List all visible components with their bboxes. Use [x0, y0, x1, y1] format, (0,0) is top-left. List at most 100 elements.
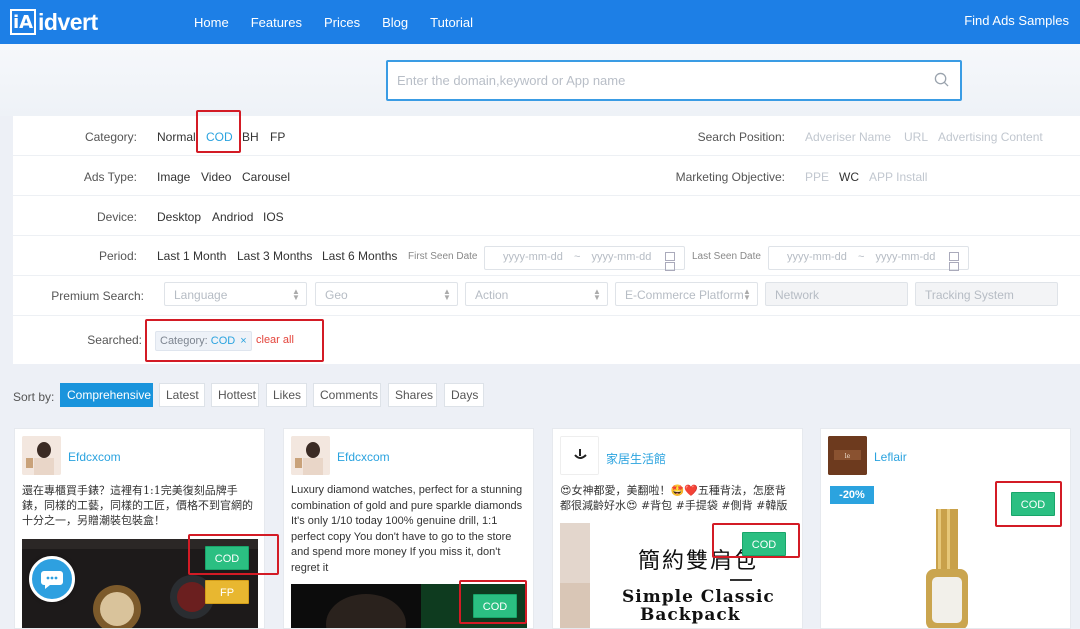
sort-days[interactable]: Days: [444, 383, 484, 407]
marketing-objective-label: Marketing Objective:: [675, 170, 785, 184]
ad-text: 😍女神都愛，美翻啦！🤩❤️五種背法，怎麼背都很減齡好水😍 #背包 #手提袋 #側…: [560, 484, 788, 512]
date-separator: ~: [573, 251, 581, 263]
ad-text: 還在專櫃買手錶？這裡有1:1完美復刻品牌手錶，同樣的工藝，同樣的工匠，價格不到官…: [22, 484, 253, 527]
marketing-objective-wc[interactable]: WC: [839, 170, 859, 184]
search-position-advertising-content[interactable]: Advertising Content: [938, 130, 1043, 144]
sort-likes[interactable]: Likes: [266, 383, 307, 407]
top-navbar: iA idvert Home Features Prices Blog Tuto…: [0, 0, 1080, 44]
advertiser-name[interactable]: Efdcxcom: [337, 450, 390, 464]
marketing-objective-app-install[interactable]: APP Install: [869, 170, 927, 184]
close-icon[interactable]: ×: [240, 335, 246, 347]
advertiser-avatar-image: [22, 436, 61, 475]
advertiser-name[interactable]: Leflair: [874, 450, 907, 464]
highlight-box: [995, 481, 1062, 527]
sort-label: Sort by:: [13, 390, 55, 404]
advertiser-avatar-image: le: [828, 436, 867, 475]
main-menu: Home Features Prices Blog Tutorial: [194, 0, 473, 44]
avatar[interactable]: [22, 436, 61, 475]
category-normal[interactable]: Normal: [157, 130, 196, 144]
avatar[interactable]: [291, 436, 330, 475]
ad-image[interactable]: [828, 509, 1064, 628]
category-fp[interactable]: FP: [270, 130, 285, 144]
category-bh[interactable]: BH: [242, 130, 259, 144]
first-seen-end-date[interactable]: yyyy-mm-dd: [591, 251, 651, 263]
sort-hottest[interactable]: Hottest: [211, 383, 259, 407]
action-select-value: Action: [475, 288, 509, 302]
chat-button[interactable]: [29, 556, 75, 602]
last-seen-end-date[interactable]: yyyy-mm-dd: [875, 251, 935, 263]
sort-latest[interactable]: Latest: [159, 383, 205, 407]
sort-shares[interactable]: Shares: [388, 383, 437, 407]
clear-all-link[interactable]: clear all: [256, 334, 294, 346]
geo-select[interactable]: Geo ▲ ▼: [315, 282, 458, 306]
device-ios[interactable]: IOS: [263, 210, 284, 224]
nav-prices[interactable]: Prices: [324, 15, 360, 30]
image-subtitle-1: Simple Classic: [622, 587, 775, 607]
ad-card[interactable]: le Leflair -20%: [820, 428, 1071, 629]
chat-icon: [41, 571, 63, 589]
geo-select-value: Geo: [325, 288, 348, 302]
network-select[interactable]: Network: [765, 282, 908, 306]
logo-text: idvert: [38, 8, 98, 35]
ads-type-video[interactable]: Video: [201, 170, 231, 184]
first-seen-date-range[interactable]: yyyy-mm-dd ~ yyyy-mm-dd: [484, 246, 685, 271]
advertiser-avatar-image: [561, 437, 598, 474]
language-select[interactable]: Language ▲ ▼: [164, 282, 307, 306]
search-icon[interactable]: [934, 72, 949, 87]
highlight-box: [188, 534, 279, 575]
advertiser-avatar-image: [291, 436, 330, 475]
highlight-box: [196, 110, 241, 153]
filter-row-period: Period: Last 1 Month Last 3 Months Last …: [13, 236, 1080, 276]
ecommerce-platform-select[interactable]: E-Commerce Platform ▲ ▼: [615, 282, 758, 306]
device-desktop[interactable]: Desktop: [157, 210, 201, 224]
advertiser-name[interactable]: 家居生活館: [606, 450, 666, 467]
search-position-url[interactable]: URL: [904, 130, 928, 144]
image-subtitle-2: Backpack: [640, 605, 741, 625]
highlight-box: [712, 523, 800, 558]
highlight-box: [459, 580, 527, 624]
marketing-objective-ppe[interactable]: PPE: [805, 170, 829, 184]
sort-comments[interactable]: Comments: [313, 383, 381, 407]
sort-comprehensive[interactable]: Comprehensive: [60, 383, 153, 407]
ad-text: Luxury diamond watches, perfect for a st…: [291, 484, 523, 574]
last-seen-start-date[interactable]: yyyy-mm-dd: [787, 251, 847, 263]
ads-type-image[interactable]: Image: [157, 170, 190, 184]
nav-tutorial[interactable]: Tutorial: [430, 15, 473, 30]
nav-home[interactable]: Home: [194, 15, 229, 30]
nav-features[interactable]: Features: [251, 15, 302, 30]
logo[interactable]: iA idvert: [10, 8, 98, 36]
period-last-1-month[interactable]: Last 1 Month: [157, 249, 226, 263]
period-last-3-months[interactable]: Last 3 Months: [237, 249, 312, 263]
svg-text:le: le: [845, 453, 851, 460]
chevron-updown-icon: ▲ ▼: [443, 287, 451, 302]
period-label: Period:: [98, 249, 137, 263]
tracking-system-select-value: Tracking System: [925, 288, 1014, 302]
first-seen-start-date[interactable]: yyyy-mm-dd: [503, 251, 563, 263]
search-input[interactable]: [397, 62, 917, 98]
ads-type-carousel[interactable]: Carousel: [242, 170, 290, 184]
logo-mark: iA: [10, 9, 36, 35]
searched-tag-key: Category:: [160, 335, 208, 347]
device-andriod[interactable]: Andriod: [212, 210, 253, 224]
tracking-system-select[interactable]: Tracking System: [915, 282, 1058, 306]
last-seen-date-range[interactable]: yyyy-mm-dd ~ yyyy-mm-dd: [768, 246, 969, 271]
filter-row-device: Device: Desktop Andriod IOS: [13, 196, 1080, 236]
filter-row-ads-type: Ads Type: Image Video Carousel Marketing…: [13, 156, 1080, 196]
discount-badge: -20%: [830, 486, 874, 504]
filter-row-category: Category: Normal COD BH FP Search Positi…: [13, 116, 1080, 156]
action-select[interactable]: Action ▲ ▼: [465, 282, 608, 306]
advertiser-name[interactable]: Efdcxcom: [68, 450, 121, 464]
search-position-adveriser-name[interactable]: Adveriser Name: [805, 130, 891, 144]
avatar[interactable]: le: [828, 436, 867, 475]
ads-type-label: Ads Type:: [83, 170, 137, 184]
searched-label: Searched:: [87, 333, 142, 347]
language-select-value: Language: [174, 288, 228, 302]
find-ads-samples-link[interactable]: Find Ads Samples: [964, 13, 1069, 28]
avatar[interactable]: [560, 436, 599, 475]
nav-blog[interactable]: Blog: [382, 15, 408, 30]
period-last-6-months[interactable]: Last 6 Months: [322, 249, 397, 263]
chevron-updown-icon: ▲ ▼: [743, 287, 751, 302]
premium-search-label: Premium Search:: [51, 289, 144, 303]
searched-tag[interactable]: Category: COD ×: [155, 331, 252, 351]
last-seen-date-label: Last Seen Date: [692, 251, 761, 262]
